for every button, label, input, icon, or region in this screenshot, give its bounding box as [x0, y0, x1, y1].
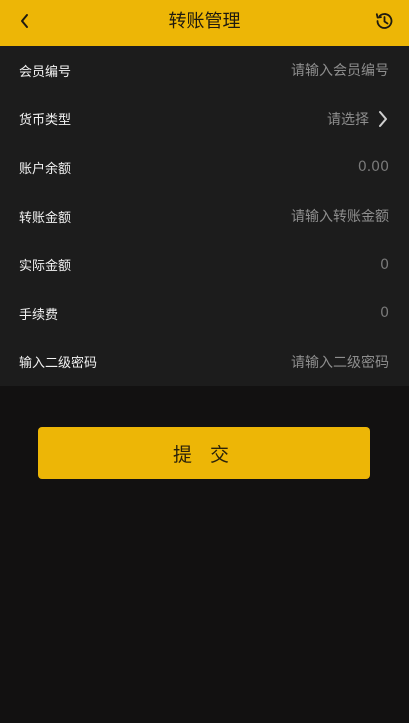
member-id-row[interactable]: 会员编号 请输入会员编号: [0, 46, 409, 95]
header-bar: 转账管理: [0, 0, 409, 46]
currency-type-select[interactable]: 请选择: [327, 109, 389, 129]
actual-amount-row: 实际金额 0: [0, 240, 409, 289]
account-balance-value: 0.00: [357, 159, 389, 176]
currency-type-row[interactable]: 货币类型 请选择: [0, 95, 409, 144]
member-id-input[interactable]: 请输入会员编号: [291, 60, 389, 80]
transfer-form: 会员编号 请输入会员编号 货币类型 请选择 账户余额 0.00 转账金额 请输入…: [0, 46, 409, 387]
transfer-amount-input[interactable]: 请输入转账金额: [291, 206, 389, 226]
secondary-password-label: 输入二级密码: [19, 356, 98, 372]
secondary-password-input[interactable]: 请输入二级密码: [291, 352, 389, 372]
fee-value: 0: [380, 305, 389, 322]
transfer-amount-row[interactable]: 转账金额 请输入转账金额: [0, 192, 409, 241]
actual-amount-label: 实际金额: [19, 259, 72, 275]
history-icon: [373, 10, 395, 36]
member-id-label: 会员编号: [19, 64, 72, 80]
fee-row: 手续费 0: [0, 289, 409, 338]
account-balance-row: 账户余额 0.00: [0, 143, 409, 192]
history-button[interactable]: [369, 8, 399, 38]
account-balance-label: 账户余额: [19, 161, 72, 177]
transfer-amount-label: 转账金额: [19, 210, 72, 226]
submit-button[interactable]: 提 交: [38, 427, 370, 479]
actual-amount-value: 0: [380, 256, 389, 273]
secondary-password-row[interactable]: 输入二级密码 请输入二级密码: [0, 338, 409, 387]
page-title: 转账管理: [168, 11, 241, 32]
fee-label: 手续费: [19, 307, 59, 323]
currency-type-placeholder: 请选择: [327, 111, 369, 128]
currency-type-label: 货币类型: [19, 113, 72, 129]
chevron-right-icon: [377, 110, 389, 128]
